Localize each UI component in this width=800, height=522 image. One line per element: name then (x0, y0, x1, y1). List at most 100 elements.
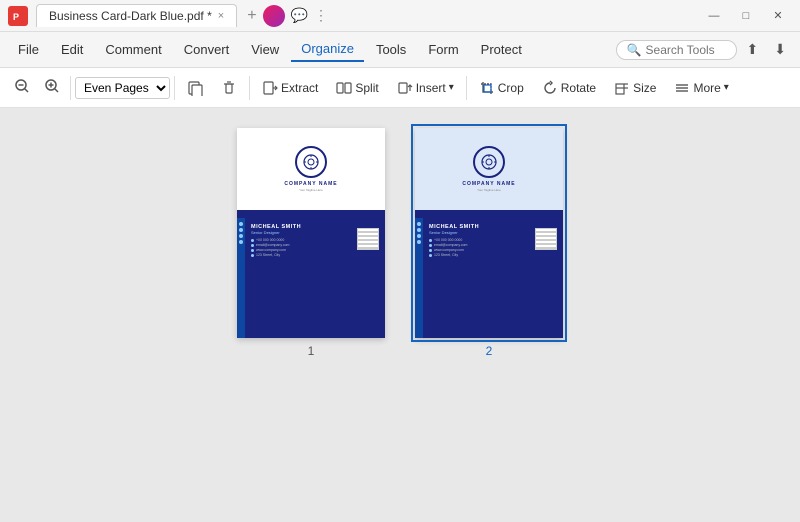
user-icons: 💬 ⋮ (263, 5, 328, 27)
card-1-logo (295, 146, 327, 178)
card-2-info: MICHEAL SMITH Senior Designer +00 000 00… (429, 224, 531, 332)
card-1-company: COMPANY NAME (284, 181, 337, 187)
title-bar: P Business Card-Dark Blue.pdf * × + 💬 ⋮ … (0, 0, 800, 32)
card-1-bottom-wrap: MICHEAL SMITH Senior Designer +00 000 00… (237, 218, 385, 338)
card-1-phone: +00 000 000 0000 (251, 238, 353, 242)
page-1-thumb[interactable]: COMPANY NAME Your Tagline Here MICHEAL S… (237, 128, 385, 358)
new-tab-button[interactable]: + (241, 5, 262, 27)
page-2-number: 2 (486, 344, 493, 358)
insert-dropdown-icon[interactable]: ▾ (449, 82, 454, 93)
page-filter-select[interactable]: Even Pages All Pages Odd Pages (75, 77, 170, 99)
dot2 (239, 228, 243, 232)
zoom-out-button[interactable] (8, 74, 36, 101)
dot2 (417, 228, 421, 232)
dot4 (417, 240, 421, 244)
app-icon: P (8, 6, 28, 26)
card-1-details: +00 000 000 0000 email@company.com www.c… (251, 238, 353, 257)
card-1-address: 123 Street, City (251, 253, 353, 257)
menu-edit[interactable]: Edit (51, 38, 93, 61)
menu-actions: 🔍 ⬆ ⬇ (616, 39, 792, 60)
split-button[interactable]: Split (328, 76, 386, 100)
card-2-web: www.company.com (429, 248, 531, 252)
toolbar: Even Pages All Pages Odd Pages Extract S… (0, 68, 800, 108)
more-button[interactable]: More ▾ (666, 76, 736, 100)
document-tab[interactable]: Business Card-Dark Blue.pdf * × (36, 4, 237, 27)
insert-pages-button[interactable] (179, 76, 211, 100)
extract-button[interactable]: Extract (254, 76, 326, 100)
separator (174, 76, 175, 100)
menu-tools[interactable]: Tools (366, 38, 416, 61)
dot1 (239, 222, 243, 226)
separator (70, 76, 71, 100)
more-options-icon[interactable]: ⋮ (314, 7, 328, 24)
menu-comment[interactable]: Comment (95, 38, 171, 61)
menu-bar: File Edit Comment Convert View Organize … (0, 32, 800, 68)
page-filter[interactable]: Even Pages All Pages Odd Pages (75, 77, 170, 99)
menu-convert[interactable]: Convert (174, 38, 240, 61)
more-dropdown-icon: ▾ (724, 82, 729, 93)
card-1-title: Senior Designer (251, 230, 353, 235)
card-2: COMPANY NAME Your Tagline Here MICHEAL S… (415, 128, 563, 338)
menu-view[interactable]: View (241, 38, 289, 61)
card-1-qr (357, 228, 379, 250)
card-2-phone: +00 000 000 0000 (429, 238, 531, 242)
window-controls: — □ ✕ (700, 6, 792, 26)
zoom-in-button[interactable] (38, 74, 66, 101)
cloud-download-button[interactable]: ⬇ (768, 39, 792, 60)
card-1: COMPANY NAME Your Tagline Here MICHEAL S… (237, 128, 385, 338)
insert-button[interactable]: Insert ▾ (389, 76, 462, 100)
menu-form[interactable]: Form (418, 38, 468, 61)
card-2-qr-area (535, 224, 557, 332)
card-1-info: MICHEAL SMITH Senior Designer +00 000 00… (251, 224, 353, 332)
card-2-email: email@company.com (429, 243, 531, 247)
dot3 (239, 234, 243, 238)
dot3 (417, 234, 421, 238)
page-2-thumb[interactable]: COMPANY NAME Your Tagline Here MICHEAL S… (415, 128, 563, 358)
card-1-top: COMPANY NAME Your Tagline Here (237, 128, 385, 218)
dot4 (239, 240, 243, 244)
card-2-top: COMPANY NAME Your Tagline Here (415, 128, 563, 218)
chat-icon[interactable]: 💬 (291, 7, 308, 24)
card-2-details: +00 000 000 0000 email@company.com www.c… (429, 238, 531, 257)
size-button[interactable]: Size (606, 76, 664, 100)
more-label: More (693, 81, 720, 95)
user-avatar (263, 5, 285, 27)
card-2-tagline: Your Tagline Here (477, 188, 501, 192)
rotate-label: Rotate (561, 81, 596, 95)
search-tools-input[interactable] (646, 43, 726, 57)
search-tools-box[interactable]: 🔍 (616, 40, 737, 60)
card-2-side (415, 218, 423, 338)
card-2-info-area: MICHEAL SMITH Senior Designer +00 000 00… (423, 218, 563, 338)
maximize-button[interactable]: □ (732, 6, 760, 26)
page-1-number: 1 (308, 344, 315, 358)
size-label: Size (633, 81, 656, 95)
svg-text:P: P (13, 12, 19, 22)
card-1-tagline: Your Tagline Here (299, 188, 323, 192)
tab-title: Business Card-Dark Blue.pdf * (49, 9, 212, 23)
menu-organize[interactable]: Organize (291, 37, 364, 62)
menu-file[interactable]: File (8, 38, 49, 61)
card-2-address: 123 Street, City (429, 253, 531, 257)
cloud-upload-button[interactable]: ⬆ (741, 39, 765, 60)
tab-close-button[interactable]: × (218, 10, 224, 22)
card-2-logo (473, 146, 505, 178)
close-button[interactable]: ✕ (764, 6, 792, 26)
dot1 (417, 222, 421, 226)
extract-label: Extract (281, 81, 318, 95)
card-2-qr (535, 228, 557, 250)
page-1-box[interactable]: COMPANY NAME Your Tagline Here MICHEAL S… (237, 128, 385, 338)
split-label: Split (355, 81, 378, 95)
delete-button[interactable] (213, 76, 245, 100)
crop-label: Crop (498, 81, 524, 95)
main-content: COMPANY NAME Your Tagline Here MICHEAL S… (0, 108, 800, 522)
card-2-bottom-wrap: MICHEAL SMITH Senior Designer +00 000 00… (415, 218, 563, 338)
menu-protect[interactable]: Protect (471, 38, 532, 61)
crop-button[interactable]: Crop (471, 76, 532, 100)
insert-label: Insert (416, 81, 446, 95)
separator (466, 76, 467, 100)
page-2-box[interactable]: COMPANY NAME Your Tagline Here MICHEAL S… (415, 128, 563, 338)
minimize-button[interactable]: — (700, 6, 728, 26)
card-1-qr-area (357, 224, 379, 332)
rotate-button[interactable]: Rotate (534, 76, 604, 100)
card-1-web: www.company.com (251, 248, 353, 252)
